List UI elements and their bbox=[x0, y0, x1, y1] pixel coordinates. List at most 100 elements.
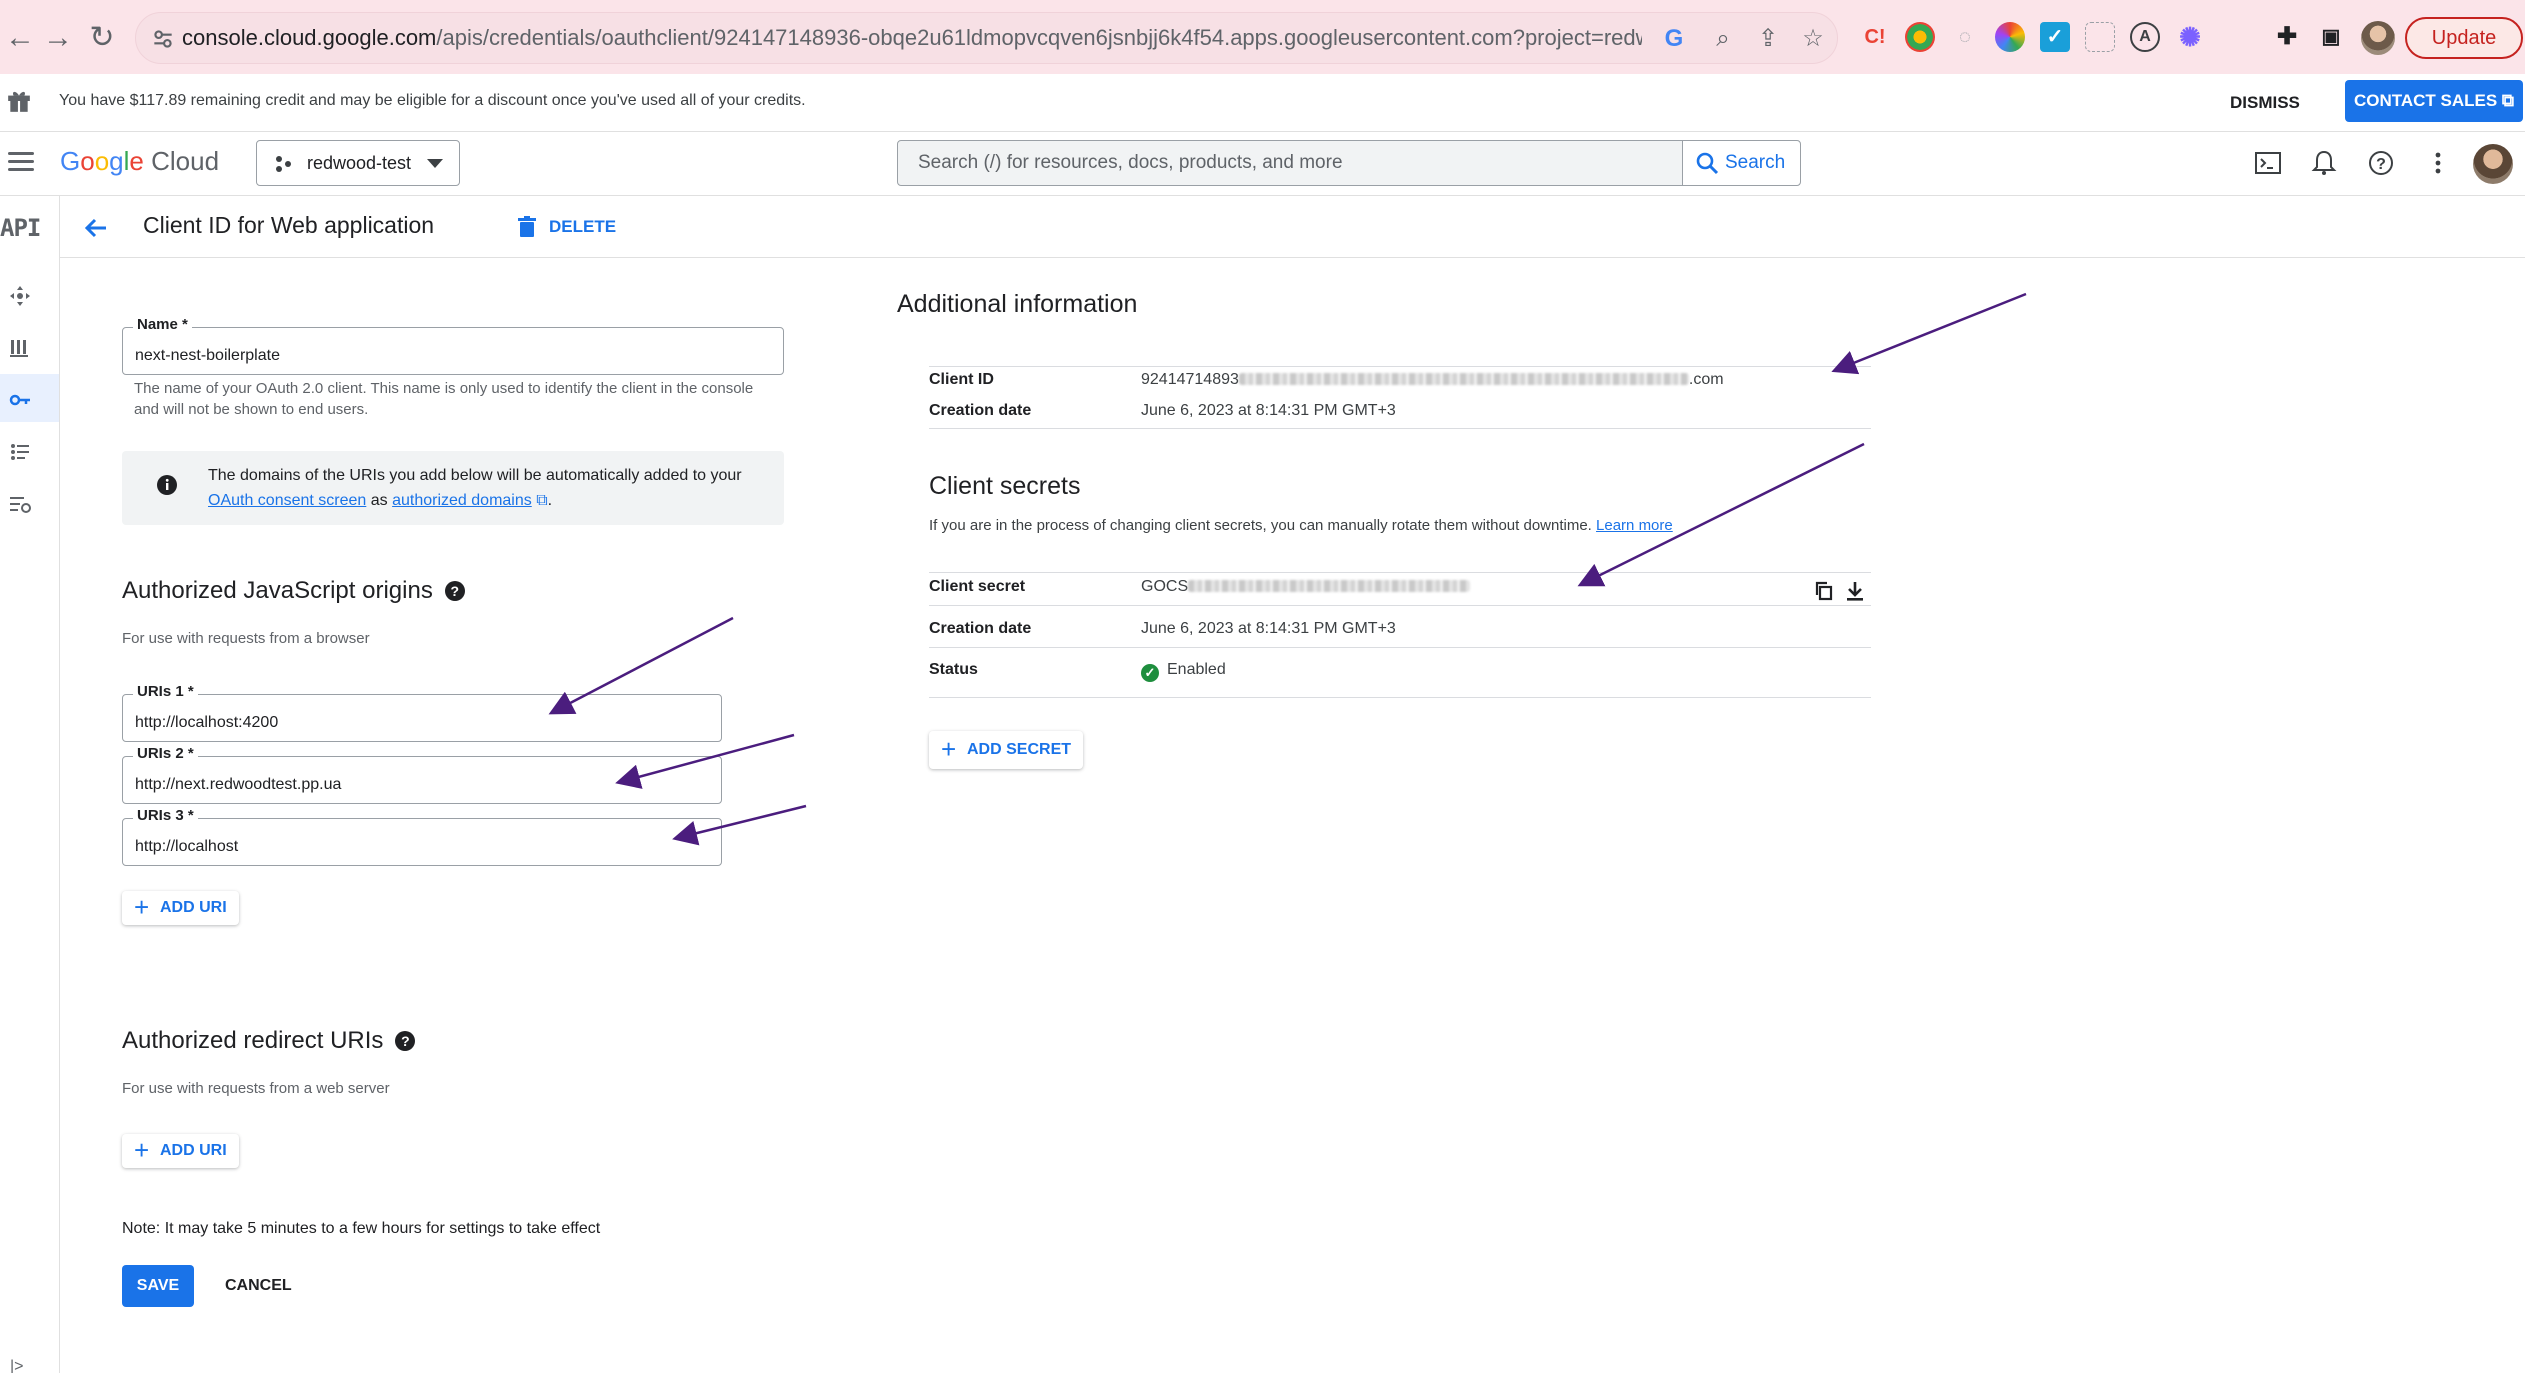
external-link-icon: ⧉ bbox=[531, 492, 548, 509]
info-icon bbox=[157, 475, 177, 495]
redirect-uris-hint: For use with requests from a web server bbox=[122, 1080, 390, 1097]
extension-sparkle-icon[interactable]: ✺ bbox=[2175, 22, 2205, 52]
rail-consent-icon[interactable] bbox=[8, 440, 32, 464]
project-name: redwood-test bbox=[307, 153, 412, 173]
extension-c-icon[interactable]: C! bbox=[1860, 22, 1890, 52]
additional-info-heading: Additional information bbox=[897, 290, 1138, 318]
zoom-icon[interactable]: ⌕ bbox=[1709, 25, 1737, 53]
learn-more-link[interactable]: Learn more bbox=[1596, 517, 1673, 534]
rail-dashboard-icon[interactable] bbox=[8, 284, 32, 308]
extensions-puzzle-icon[interactable]: ✚ bbox=[2272, 22, 2302, 52]
client-id-value: 92414714893 .com bbox=[1141, 371, 1724, 388]
share-icon[interactable]: ⇪ bbox=[1754, 25, 1782, 53]
plus-icon: + bbox=[134, 1135, 150, 1165]
uri-field-3[interactable]: URIs 3 * bbox=[122, 807, 722, 866]
dismiss-button[interactable]: DISMISS bbox=[2230, 88, 2300, 118]
cloud-shell-icon[interactable] bbox=[2253, 148, 2283, 178]
divider bbox=[929, 572, 1871, 573]
extension-grid-icon[interactable] bbox=[2085, 22, 2115, 52]
help-circle-icon[interactable]: ? bbox=[395, 1031, 416, 1051]
extension-a-icon[interactable]: A bbox=[2130, 22, 2160, 52]
copy-icon[interactable] bbox=[1813, 580, 1835, 602]
reload-icon[interactable]: ↻ bbox=[82, 18, 122, 58]
account-avatar[interactable] bbox=[2473, 144, 2513, 184]
search-bar[interactable]: Search bbox=[897, 140, 1801, 186]
redacted-blur bbox=[1238, 373, 1689, 385]
more-vert-icon[interactable] bbox=[2423, 148, 2453, 178]
project-nodes-icon bbox=[276, 156, 291, 172]
creation-date-label: Creation date bbox=[929, 402, 1032, 419]
notifications-bell-icon[interactable] bbox=[2309, 148, 2339, 178]
rail-expand-icon[interactable]: |> bbox=[10, 1358, 24, 1373]
delete-button[interactable]: DELETE bbox=[515, 209, 616, 245]
back-arrow-icon[interactable]: ← bbox=[0, 18, 40, 58]
client-secrets-description: If you are in the process of changing cl… bbox=[929, 517, 1673, 534]
uri-field-1[interactable]: URIs 1 * bbox=[122, 683, 722, 742]
credit-banner: You have $117.89 remaining credit and ma… bbox=[0, 74, 2525, 132]
help-circle-icon[interactable]: ? bbox=[444, 581, 465, 601]
divider bbox=[929, 605, 1871, 606]
extension-ghost-icon[interactable]: ◌ bbox=[1950, 22, 1980, 52]
divider bbox=[929, 428, 1871, 429]
client-secrets-heading: Client secrets bbox=[929, 472, 1081, 500]
uri-input-3[interactable] bbox=[123, 819, 721, 865]
browser-toolbar: ← → ↻ console.cloud.google.com/apis/cred… bbox=[0, 0, 2525, 74]
rail-settings-list-icon[interactable] bbox=[8, 492, 32, 516]
address-bar[interactable]: console.cloud.google.com/apis/credential… bbox=[135, 12, 1838, 64]
update-button[interactable]: Update bbox=[2405, 17, 2523, 59]
google-lens-icon[interactable]: G bbox=[1660, 25, 1688, 53]
domains-info-text: The domains of the URIs you add below wi… bbox=[208, 467, 742, 509]
cancel-button[interactable]: CANCEL bbox=[225, 1265, 292, 1307]
name-field[interactable]: Name * bbox=[122, 316, 784, 375]
browser-profile-avatar[interactable] bbox=[2361, 21, 2395, 55]
settings-delay-note: Note: It may take 5 minutes to a few hou… bbox=[122, 1220, 601, 1237]
contact-sales-button[interactable]: CONTACT SALES ⧉ bbox=[2345, 80, 2523, 122]
bookmark-star-icon[interactable]: ☆ bbox=[1799, 25, 1827, 53]
rail-library-icon[interactable] bbox=[8, 336, 32, 360]
external-link-icon: ⧉ bbox=[2501, 91, 2515, 110]
help-icon[interactable]: ? bbox=[2366, 148, 2396, 178]
redacted-blur bbox=[1188, 580, 1471, 592]
uri-field-2[interactable]: URIs 2 * bbox=[122, 745, 722, 804]
side-panel-icon[interactable]: ▣ bbox=[2316, 22, 2346, 52]
search-button[interactable]: Search bbox=[1682, 141, 1800, 185]
client-secret-value: GOCS bbox=[1141, 578, 1471, 596]
add-js-origin-uri-button[interactable]: + ADD URI bbox=[122, 891, 239, 925]
uri-input-1[interactable] bbox=[123, 695, 721, 741]
client-id-label: Client ID bbox=[929, 371, 994, 388]
rail-credentials-key-icon[interactable] bbox=[8, 388, 32, 412]
project-selector[interactable]: redwood-test bbox=[256, 140, 460, 186]
oauth-consent-link[interactable]: OAuth consent screen bbox=[208, 492, 366, 509]
page-title-bar: Client ID for Web application DELETE bbox=[60, 196, 2525, 258]
download-icon[interactable] bbox=[1844, 580, 1866, 602]
forward-arrow-icon[interactable]: → bbox=[38, 18, 78, 58]
menu-icon[interactable] bbox=[8, 152, 34, 172]
client-secret-label: Client secret bbox=[929, 578, 1026, 595]
extension-check-icon[interactable]: ✓ bbox=[2040, 22, 2070, 52]
console-header: Google Cloud redwood-test Search ? bbox=[0, 132, 2525, 196]
site-info-icon[interactable] bbox=[150, 26, 176, 52]
page-title: Client ID for Web application bbox=[143, 212, 435, 238]
uri-input-2[interactable] bbox=[123, 757, 721, 803]
secret-creation-date-value: June 6, 2023 at 8:14:31 PM GMT+3 bbox=[1141, 620, 1396, 637]
domains-info-box: The domains of the URIs you add below wi… bbox=[122, 451, 784, 525]
status-label: Status bbox=[929, 661, 978, 678]
extension-palette-icon[interactable] bbox=[1995, 22, 2025, 52]
google-cloud-logo[interactable]: Google Cloud bbox=[60, 146, 219, 177]
save-button[interactable]: SAVE bbox=[122, 1265, 194, 1307]
js-origins-heading: Authorized JavaScript origins? bbox=[122, 577, 465, 605]
search-input[interactable] bbox=[898, 141, 1678, 185]
back-arrow-icon[interactable] bbox=[82, 214, 110, 242]
extension-color-icon[interactable] bbox=[1905, 22, 1935, 52]
plus-icon: + bbox=[134, 892, 150, 922]
authorized-domains-link[interactable]: authorized domains bbox=[392, 492, 532, 509]
add-secret-button[interactable]: + ADD SECRET bbox=[929, 731, 1084, 769]
add-redirect-uri-button[interactable]: + ADD URI bbox=[122, 1134, 239, 1168]
credit-text: You have $117.89 remaining credit and ma… bbox=[59, 92, 806, 109]
svg-text:?: ? bbox=[2376, 156, 2386, 173]
redirect-uris-heading: Authorized redirect URIs? bbox=[122, 1027, 416, 1055]
status-badge: ✓ Enabled bbox=[1141, 661, 1226, 682]
js-origins-hint: For use with requests from a browser bbox=[122, 630, 370, 647]
chevron-down-icon bbox=[427, 159, 443, 168]
name-input[interactable] bbox=[123, 328, 783, 374]
